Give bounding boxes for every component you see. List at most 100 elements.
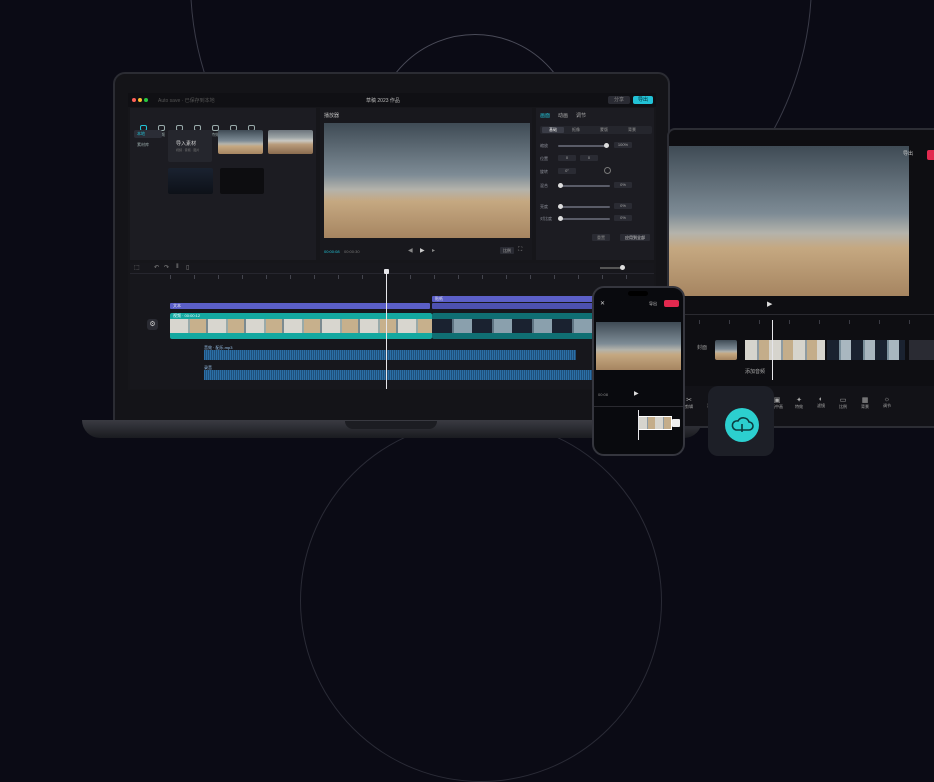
import-label: 导入素材 xyxy=(176,141,197,147)
select-tool-icon[interactable]: ⬚ xyxy=(134,264,140,271)
subtab-matting[interactable]: 抠像 xyxy=(572,127,580,133)
tablet-ruler xyxy=(669,320,934,324)
tablet-divider xyxy=(669,314,934,315)
brightness-slider-handle[interactable] xyxy=(558,204,563,209)
maximize-window-button[interactable] xyxy=(144,98,148,102)
tablet-tool-background[interactable]: ▦ 背景 xyxy=(855,396,875,410)
tablet-cover-thumb[interactable] xyxy=(715,340,737,360)
tablet-tool-ratio[interactable]: ▭ 比例 xyxy=(833,396,853,410)
prop-label-rotate: 旋转 xyxy=(540,169,548,174)
preview-video[interactable] xyxy=(324,123,530,238)
tablet-tool-effects[interactable]: ✦ 特效 xyxy=(789,396,809,410)
tablet-add-audio[interactable]: 添加音频 xyxy=(745,368,765,375)
media-thumb-1[interactable] xyxy=(218,130,263,154)
left-nav-local[interactable]: 本地 xyxy=(134,130,162,138)
playhead[interactable] xyxy=(386,271,387,389)
properties-panel: 画面 动画 调节 基础 抠像 蒙版 背景 缩放 100% 位置 0 0 旋转 0… xyxy=(536,108,654,260)
phone-export-button[interactable] xyxy=(664,300,679,307)
audio-track-2[interactable] xyxy=(204,370,594,380)
tablet-add-clip[interactable] xyxy=(909,340,934,360)
tablet-video-strip-1[interactable] xyxy=(745,340,825,360)
redo-icon[interactable]: ↷ xyxy=(164,264,169,271)
project-title: 草稿 2023 作品 xyxy=(366,98,400,104)
phone-timecode: 00:08 xyxy=(598,392,609,397)
reset-button[interactable]: 重置 xyxy=(592,234,610,241)
import-button[interactable]: 导入素材 视频 · 音频 · 图片 xyxy=(168,130,212,162)
subtab-background[interactable]: 背景 xyxy=(628,127,636,133)
phone-divider xyxy=(594,406,683,407)
playhead-handle[interactable] xyxy=(384,269,389,274)
undo-icon[interactable]: ↶ xyxy=(154,264,159,271)
tablet-tool-filter[interactable]: ◐ 滤镜 xyxy=(811,396,831,409)
laptop-screen: Auto save · 已保存到本地 草稿 2023 作品 分享 导出 媒体 音… xyxy=(128,93,656,390)
cloud-icon xyxy=(731,417,754,432)
video-track-main[interactable]: 视频 · 00:00:12 xyxy=(170,313,432,339)
phone-play-icon[interactable]: ▶ xyxy=(634,390,639,397)
contrast-slider[interactable] xyxy=(558,218,610,220)
phone-video-strip[interactable] xyxy=(638,416,672,430)
timeline-toolbar: ⬚ ↶ ↷ ⫴ ▯ xyxy=(130,263,654,274)
contrast-slider-handle[interactable] xyxy=(558,216,563,221)
media-panel: 媒体 音频 文本 贴纸 特效 转场 滤镜 本地 素材库 导入素材 视频 · 音频… xyxy=(130,108,316,260)
blend-slider-handle[interactable] xyxy=(558,183,563,188)
scale-value[interactable]: 100% xyxy=(614,142,632,148)
tablet-tool-adjust[interactable]: ☼ 调节 xyxy=(877,396,897,409)
delete-icon[interactable]: ▯ xyxy=(186,264,189,271)
tablet-cover-label[interactable]: 封面 xyxy=(697,344,707,351)
text-track[interactable]: 文本 xyxy=(170,303,430,309)
media-thumb-4[interactable] xyxy=(220,168,264,194)
preview-title: 播放器 xyxy=(324,113,340,119)
props-tab-adjust[interactable]: 调节 xyxy=(576,112,586,119)
scale-slider-handle[interactable] xyxy=(604,143,609,148)
previous-frame-icon[interactable]: ◀ xyxy=(408,247,413,254)
play-icon[interactable]: ▶ xyxy=(420,247,425,254)
prop-label-position: 位置 xyxy=(540,156,548,161)
timecode-total: 00:00:30 xyxy=(344,249,360,254)
next-frame-icon[interactable]: ▸ xyxy=(432,247,435,254)
tablet-playhead[interactable] xyxy=(772,320,773,380)
rotate-dial-icon[interactable] xyxy=(604,167,611,174)
props-tab-animation[interactable]: 动画 xyxy=(558,112,568,119)
left-nav-library[interactable]: 素材库 xyxy=(134,141,162,149)
contrast-value[interactable]: 0% xyxy=(614,215,632,221)
apply-all-button[interactable]: 应用到全部 xyxy=(620,234,650,241)
rotate-input[interactable]: 0° xyxy=(558,168,576,174)
preview-panel: 播放器 00:00:08 00:00:30 ▶ ◀ ▸ 比例 ⛶ xyxy=(320,108,532,260)
gear-icon[interactable]: ⚙ xyxy=(147,319,158,330)
phone-add-clip[interactable] xyxy=(672,419,680,427)
tablet-preview-video[interactable] xyxy=(669,146,909,296)
export-button[interactable]: 导出 xyxy=(633,96,653,104)
tablet-export-label[interactable]: 导出 xyxy=(903,150,913,157)
position-x-input[interactable]: 0 xyxy=(558,155,576,161)
subtab-basic[interactable]: 基础 xyxy=(542,127,564,133)
brightness-value[interactable]: 0% xyxy=(614,203,632,209)
tablet-export-button[interactable] xyxy=(927,150,934,160)
tablet-play-icon[interactable]: ▶ xyxy=(767,300,772,308)
phone-close-icon[interactable]: ✕ xyxy=(600,300,605,307)
share-button[interactable]: 分享 xyxy=(608,96,630,104)
fullscreen-icon[interactable]: ⛶ xyxy=(518,247,522,254)
phone-preview-video[interactable] xyxy=(596,322,681,370)
split-icon[interactable]: ⫴ xyxy=(176,264,179,271)
media-thumb-3[interactable] xyxy=(168,168,213,194)
tablet-video-strip-2[interactable] xyxy=(827,340,905,360)
timecode-current: 00:00:08 xyxy=(324,249,340,254)
audio-track-1[interactable] xyxy=(204,350,576,360)
media-thumb-2[interactable] xyxy=(268,130,313,154)
cloud-sync-card xyxy=(708,386,774,456)
zoom-slider-handle[interactable] xyxy=(620,265,625,270)
prop-label-brightness: 亮度 xyxy=(540,204,548,209)
blend-value[interactable]: 0% xyxy=(614,182,632,188)
phone-playhead[interactable] xyxy=(638,410,639,440)
ratio-button[interactable]: 比例 xyxy=(500,247,514,254)
blend-slider[interactable] xyxy=(558,185,610,187)
brightness-slider[interactable] xyxy=(558,206,610,208)
position-y-input[interactable]: 0 xyxy=(580,155,598,161)
close-window-button[interactable] xyxy=(132,98,136,102)
background-arc-bottom xyxy=(300,420,662,782)
subtab-mask[interactable]: 蒙版 xyxy=(600,127,608,133)
prop-label-scale: 缩放 xyxy=(540,143,548,148)
props-tab-picture[interactable]: 画面 xyxy=(540,112,550,119)
scale-slider[interactable] xyxy=(558,145,606,147)
minimize-window-button[interactable] xyxy=(138,98,142,102)
